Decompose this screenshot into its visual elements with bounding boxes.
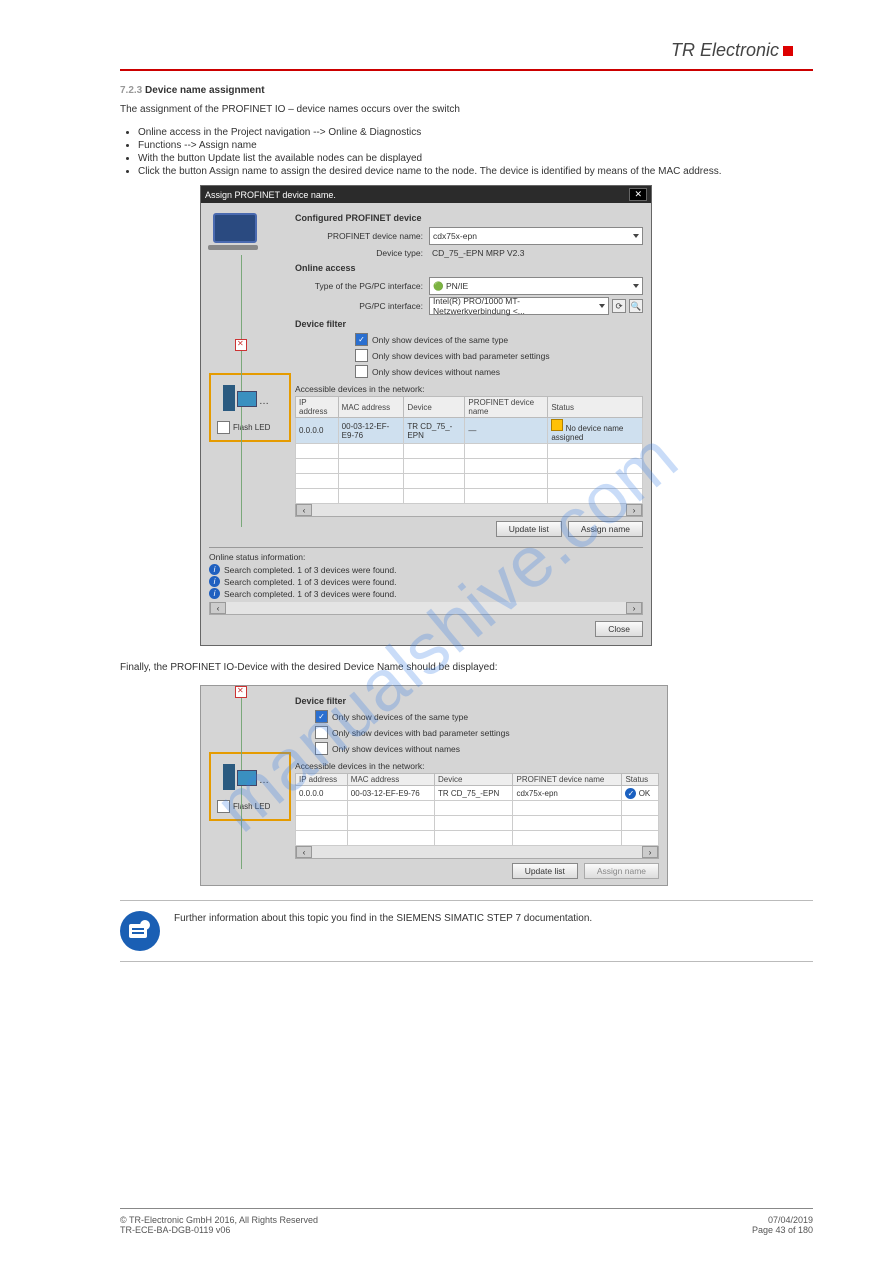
info-icon: i — [209, 576, 220, 587]
close-button[interactable]: Close — [595, 621, 643, 637]
device-highlight-box: … Flash LED — [209, 752, 291, 821]
header-divider — [120, 69, 813, 71]
table-row — [296, 831, 659, 846]
status-message: iSearch completed. 1 of 3 devices were f… — [209, 576, 643, 587]
flash-led-label: Flash LED — [233, 802, 270, 811]
section-heading: 7.2.3 Device name assignment — [120, 85, 813, 96]
page-footer: © TR-Electronic GmbH 2016, All Rights Re… — [0, 1208, 893, 1235]
table-row — [296, 816, 659, 831]
status-message: iSearch completed. 1 of 3 devices were f… — [209, 588, 643, 599]
info-icon: i — [209, 588, 220, 599]
filter-no-names-label: Only show devices without names — [372, 367, 500, 377]
filter-no-names-checkbox[interactable] — [315, 742, 328, 755]
flash-led-checkbox[interactable] — [217, 800, 230, 813]
pgpc-if-label: PG/PC interface: — [295, 301, 429, 311]
error-badge-icon — [235, 339, 247, 351]
configured-heading: Configured PROFINET device — [295, 213, 643, 223]
copyright: © TR-Electronic GmbH 2016, All Rights Re… — [120, 1215, 318, 1225]
device-icon: … — [223, 760, 263, 790]
note-text: Further information about this topic you… — [174, 911, 592, 926]
filter-same-type-label: Only show devices of the same type — [372, 335, 508, 345]
table-scrollbar[interactable]: ‹› — [295, 504, 643, 517]
brand-square-icon — [783, 46, 793, 56]
filter-same-type-checkbox[interactable] — [315, 710, 328, 723]
steps-list: Online access in the Project navigation … — [120, 127, 813, 177]
filter-bad-params-checkbox[interactable] — [355, 349, 368, 362]
result-paragraph: Finally, the PROFINET IO-Device with the… — [120, 660, 813, 675]
chevron-down-icon[interactable] — [633, 284, 639, 288]
assign-name-dialog: Assign PROFINET device name. ✕ … Flash L… — [200, 185, 652, 646]
accessible-devices-label: Accessible devices in the network: — [295, 761, 659, 771]
status-heading: Online status information: — [209, 552, 643, 562]
print-date: 07/04/2019 — [768, 1215, 813, 1225]
flash-led-label: Flash LED — [233, 423, 270, 432]
note-block: Further information about this topic you… — [120, 900, 813, 962]
table-row — [296, 489, 643, 504]
assign-name-button[interactable]: Assign name — [568, 521, 643, 537]
status-message: iSearch completed. 1 of 3 devices were f… — [209, 564, 643, 575]
devices-table[interactable]: IP addressMAC addressDevicePROFINET devi… — [295, 773, 659, 846]
update-list-button[interactable]: Update list — [496, 521, 562, 537]
page-number: Page 43 of 180 — [752, 1225, 813, 1235]
ok-icon: ✓ — [625, 788, 636, 799]
dialog-title: Assign PROFINET device name. — [205, 190, 336, 200]
update-list-button[interactable]: Update list — [512, 863, 578, 879]
table-row — [296, 801, 659, 816]
warning-icon — [551, 419, 563, 431]
accessible-devices-label: Accessible devices in the network: — [295, 384, 643, 394]
profinet-name-input[interactable]: cdx75x-epn — [429, 227, 643, 245]
device-type-label: Device type: — [295, 248, 429, 258]
table-row — [296, 444, 643, 459]
chevron-down-icon[interactable] — [633, 234, 639, 238]
status-scrollbar[interactable]: ‹› — [209, 602, 643, 615]
device-type-value: CD_75_-EPN MRP V2.3 — [429, 247, 643, 259]
laptop-icon — [213, 213, 269, 253]
doc-id: TR-ECE-BA-DGB-0119 v06 — [120, 1225, 230, 1235]
table-row — [296, 459, 643, 474]
pgpc-type-select[interactable]: 🟢 PN/IE — [429, 277, 643, 295]
online-access-heading: Online access — [295, 263, 643, 273]
devices-table[interactable]: IP addressMAC addressDevicePROFINET devi… — [295, 396, 643, 504]
result-panel: … Flash LED Device filter Only show devi… — [200, 685, 668, 886]
device-filter-heading: Device filter — [295, 319, 643, 329]
table-scrollbar[interactable]: ‹› — [295, 846, 659, 859]
chevron-down-icon[interactable] — [599, 304, 605, 308]
filter-no-names-label: Only show devices without names — [332, 744, 460, 754]
search-icon[interactable]: 🔍 — [629, 299, 643, 313]
close-icon[interactable]: ✕ — [629, 188, 647, 201]
intro-paragraph: The assignment of the PROFINET IO – devi… — [120, 102, 813, 117]
device-icon: … — [223, 381, 263, 411]
pgpc-type-label: Type of the PG/PC interface: — [295, 281, 429, 291]
filter-same-type-label: Only show devices of the same type — [332, 712, 468, 722]
refresh-icon[interactable]: ⟳ — [612, 299, 626, 313]
filter-no-names-checkbox[interactable] — [355, 365, 368, 378]
device-filter-heading: Device filter — [295, 696, 659, 706]
flash-led-checkbox[interactable] — [217, 421, 230, 434]
manual-icon — [120, 911, 160, 951]
assign-name-button: Assign name — [584, 863, 659, 879]
profinet-name-label: PROFINET device name: — [295, 231, 429, 241]
brand-logo-area: TR Electronic — [120, 40, 813, 69]
device-highlight-box: … Flash LED — [209, 373, 291, 442]
filter-bad-params-label: Only show devices with bad parameter set… — [372, 351, 550, 361]
info-icon: i — [209, 564, 220, 575]
filter-bad-params-checkbox[interactable] — [315, 726, 328, 739]
filter-same-type-checkbox[interactable] — [355, 333, 368, 346]
table-row — [296, 474, 643, 489]
pgpc-if-select[interactable]: Intel(R) PRO/1000 MT-Netzwerkverbindung … — [429, 297, 609, 315]
table-row[interactable]: 0.0.0.000-03-12-EF-E9-76TR CD_75_-EPNcdx… — [296, 786, 659, 801]
dialog-titlebar: Assign PROFINET device name. ✕ — [201, 186, 651, 203]
filter-bad-params-label: Only show devices with bad parameter set… — [332, 728, 510, 738]
error-badge-icon — [235, 686, 247, 698]
table-row[interactable]: 0.0.0.000-03-12-EF-E9-76TR CD_75_-EPN— N… — [296, 418, 643, 444]
